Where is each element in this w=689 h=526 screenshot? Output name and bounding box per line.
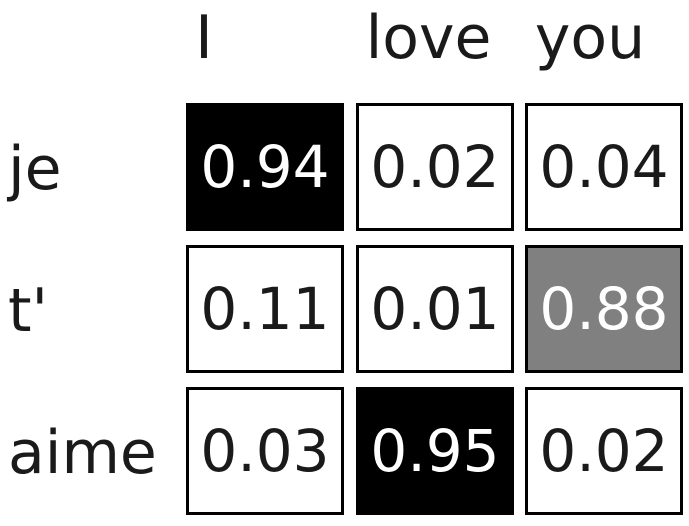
column-label-I: I — [195, 3, 213, 73]
matrix-cell-r1-c1: 0.01 — [356, 245, 514, 373]
matrix-cell-r1-c2: 0.88 — [525, 245, 683, 373]
matrix-cell-r2-c1: 0.95 — [356, 387, 514, 515]
column-label-love: love — [365, 3, 492, 73]
row-label-t: t' — [8, 276, 49, 346]
matrix-cell-r2-c2: 0.02 — [525, 387, 683, 515]
matrix-cell-r0-c0: 0.94 — [186, 103, 344, 231]
column-label-you: you — [534, 3, 646, 73]
matrix-cell-r1-c0: 0.11 — [186, 245, 344, 373]
row-label-aime: aime — [8, 418, 157, 488]
matrix-cell-r0-c2: 0.04 — [525, 103, 683, 231]
row-label-je: je — [8, 134, 62, 204]
matrix-cell-r2-c0: 0.03 — [186, 387, 344, 515]
matrix-cell-r0-c1: 0.02 — [356, 103, 514, 231]
